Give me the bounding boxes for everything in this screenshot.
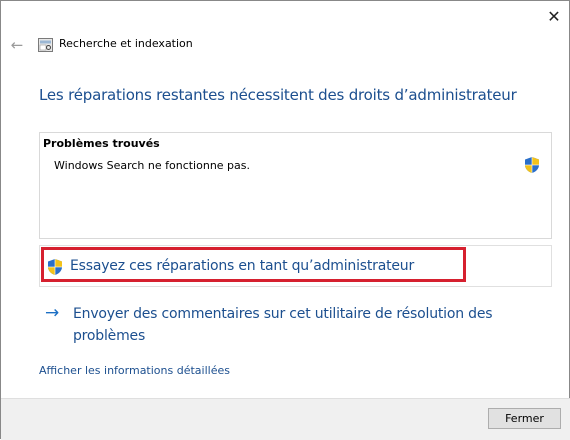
problem-item-text: Windows Search ne fonctionne pas. <box>54 159 251 172</box>
arrow-right-icon: → <box>45 303 60 323</box>
problems-header: Problèmes trouvés <box>43 137 160 150</box>
troubleshooter-window: ✕ ← Recherche et indexation Les réparati… <box>0 0 570 440</box>
feedback-link[interactable]: → Envoyer des commentaires sur cet utili… <box>45 303 525 347</box>
app-title: Recherche et indexation <box>59 37 193 50</box>
feedback-link-label[interactable]: Envoyer des commentaires sur cet utilita… <box>73 303 513 347</box>
header: ← Recherche et indexation <box>1 35 570 57</box>
back-arrow-icon[interactable]: ← <box>8 35 26 55</box>
uac-shield-icon <box>48 259 62 275</box>
search-indexing-icon <box>38 38 53 52</box>
shield-icon <box>525 157 539 173</box>
footer-bar: Fermer <box>1 398 570 440</box>
close-icon[interactable]: ✕ <box>537 3 570 29</box>
problems-found-panel: Problèmes trouvés Windows Search ne fonc… <box>39 132 552 239</box>
show-details-link[interactable]: Afficher les informations détaillées <box>39 364 230 377</box>
page-title: Les réparations restantes nécessitent de… <box>39 86 517 104</box>
admin-fix-label[interactable]: Essayez ces réparations en tant qu’admin… <box>70 258 414 274</box>
close-button[interactable]: Fermer <box>488 408 561 429</box>
